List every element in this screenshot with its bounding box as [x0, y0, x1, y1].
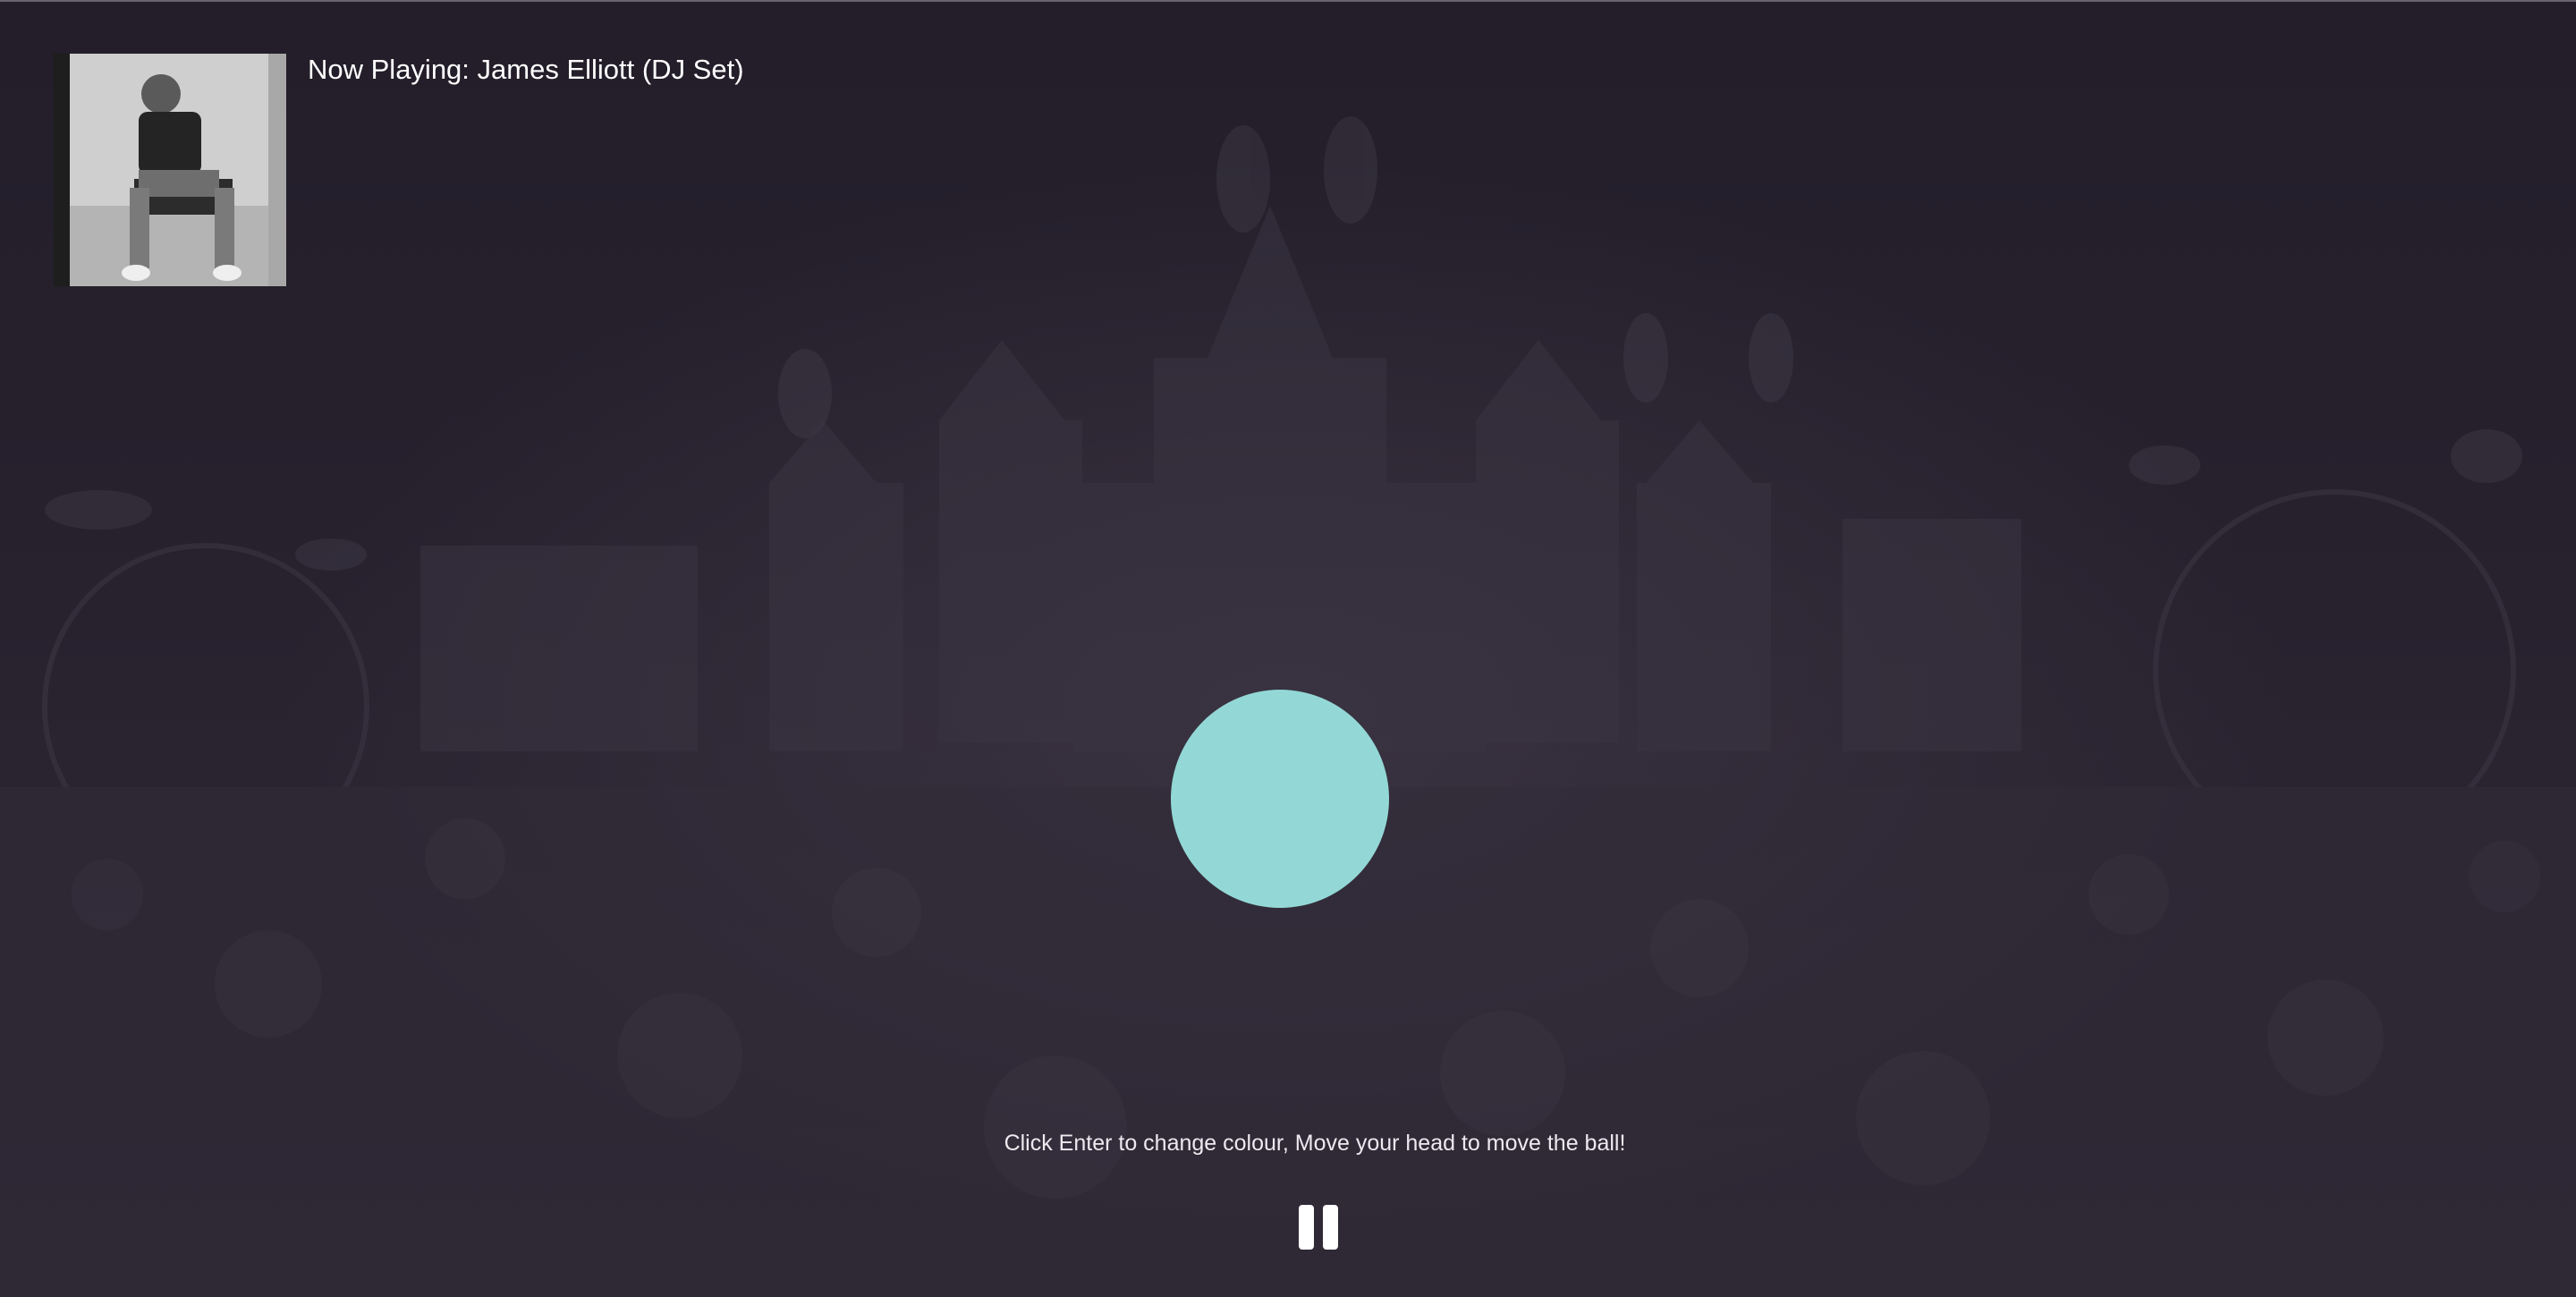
now-playing-title: Now Playing: James Elliott (DJ Set) — [308, 54, 744, 85]
ball — [1171, 690, 1389, 908]
instructions-text: Click Enter to change colour, Move your … — [1004, 1131, 1626, 1156]
album-art — [54, 54, 286, 286]
artist-photo — [54, 54, 286, 286]
pause-icon-bar — [1323, 1205, 1338, 1250]
pause-button[interactable] — [1299, 1205, 1338, 1250]
window-top-border — [0, 0, 2576, 2]
now-playing-panel: Now Playing: James Elliott (DJ Set) — [54, 54, 744, 286]
pause-icon — [1299, 1205, 1314, 1250]
